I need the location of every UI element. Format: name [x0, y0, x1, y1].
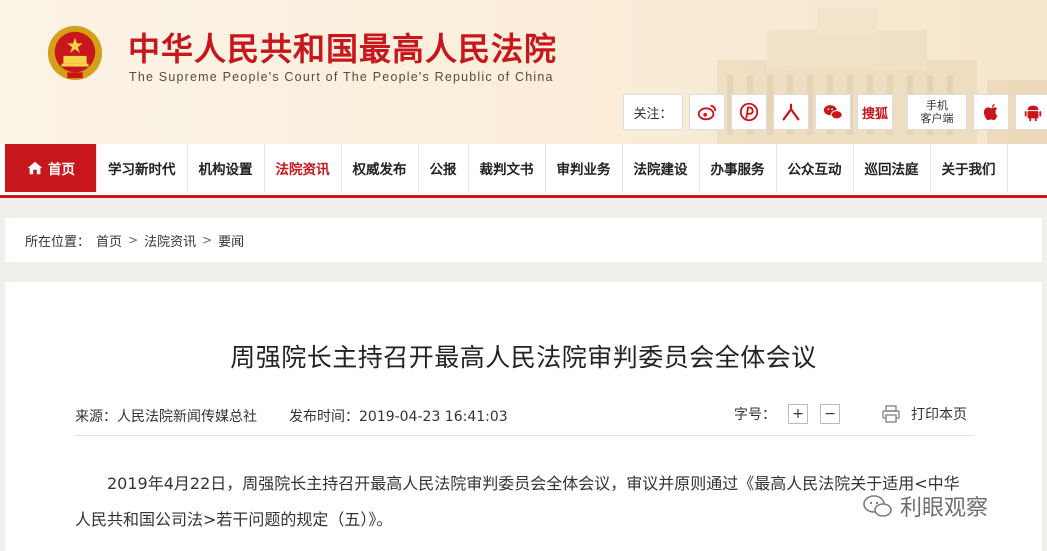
breadcrumb-headlines[interactable]: 要闻 — [218, 231, 244, 250]
site-title: 中华人民共和国最高人民法院 — [128, 30, 558, 68]
breadcrumb: 所在位置： 首页 > 法院资讯 > 要闻 — [5, 218, 1042, 262]
nav-item-gazette[interactable]: 公报 — [419, 144, 469, 192]
mobile-label-line2: 客户端 — [920, 112, 954, 125]
nav-item-court-news[interactable]: 法院资讯 — [265, 144, 342, 192]
breadcrumb-home[interactable]: 首页 — [96, 231, 122, 250]
follow-label: 关注： — [623, 94, 683, 130]
home-icon — [27, 161, 43, 175]
article-title: 周强院长主持召开最高人民法院审判委员会全体会议 — [230, 343, 817, 372]
article-meta: 来源：人民法院新闻传媒总社 发布时间：2019-04-23 16:41:03 字… — [75, 404, 975, 428]
people-daily-icon[interactable] — [773, 94, 809, 130]
pinterest-style-icon[interactable] — [731, 94, 767, 130]
site-subtitle: The Supreme People's Court of The People… — [129, 70, 554, 84]
wechat-watermark-icon — [863, 495, 892, 517]
nav-item-releases[interactable]: 权威发布 — [342, 144, 419, 192]
social-bar: 关注： 搜狐 手机 客户端 — [623, 94, 1047, 130]
breadcrumb-court-news[interactable]: 法院资讯 — [144, 231, 196, 250]
breadcrumb-prefix: 所在位置： — [25, 234, 91, 250]
android-icon[interactable] — [1015, 94, 1047, 130]
print-button[interactable]: 打印本页 — [881, 404, 967, 424]
nav-item-about[interactable]: 关于我们 — [931, 144, 1008, 192]
main-nav: 首页 学习新时代 机构设置 法院资讯 权威发布 公报 裁判文书 审判业务 法院建… — [0, 144, 1047, 198]
nav-item-home[interactable]: 首页 — [5, 144, 97, 192]
font-size-control: 字号： + − — [734, 404, 840, 424]
nav-item-judgments[interactable]: 裁判文书 — [469, 144, 546, 192]
nav-item-trial-business[interactable]: 审判业务 — [546, 144, 623, 192]
apple-icon[interactable] — [973, 94, 1009, 130]
national-emblem-icon — [47, 25, 103, 81]
printer-icon — [882, 405, 900, 423]
weibo-icon[interactable] — [689, 94, 725, 130]
breadcrumb-separator: > — [202, 233, 213, 247]
nav-item-circuit-court[interactable]: 巡回法庭 — [854, 144, 931, 192]
article-source: 来源：人民法院新闻传媒总社 — [75, 409, 257, 425]
article-date: 发布时间：2019-04-23 16:41:03 — [289, 409, 508, 425]
print-label: 打印本页 — [911, 407, 967, 423]
watermark-text: 利眼观察 — [900, 496, 989, 521]
breadcrumb-separator: > — [128, 233, 139, 247]
nav-item-study[interactable]: 学习新时代 — [97, 144, 188, 192]
wechat-icon[interactable] — [815, 94, 851, 130]
divider — [75, 435, 975, 436]
sohu-link[interactable]: 搜狐 — [857, 94, 893, 130]
nav-label: 首页 — [48, 162, 75, 178]
nav-item-services[interactable]: 办事服务 — [700, 144, 777, 192]
font-size-label: 字号： — [734, 407, 776, 423]
mobile-label-line1: 手机 — [926, 99, 948, 112]
mobile-client-button[interactable]: 手机 客户端 — [907, 94, 967, 130]
nav-item-court-building[interactable]: 法院建设 — [623, 144, 700, 192]
nav-item-organization[interactable]: 机构设置 — [188, 144, 265, 192]
watermark: 利眼观察 — [862, 490, 988, 522]
article-body: 2019年4月22日，周强院长主持召开最高人民法院审判委员会全体会议，审议并原则… — [75, 474, 960, 529]
font-increase-button[interactable]: + — [788, 404, 808, 424]
font-decrease-button[interactable]: − — [820, 404, 840, 424]
nav-item-interaction[interactable]: 公众互动 — [777, 144, 854, 192]
site-header: 中华人民共和国最高人民法院 The Supreme People's Court… — [0, 0, 1047, 144]
